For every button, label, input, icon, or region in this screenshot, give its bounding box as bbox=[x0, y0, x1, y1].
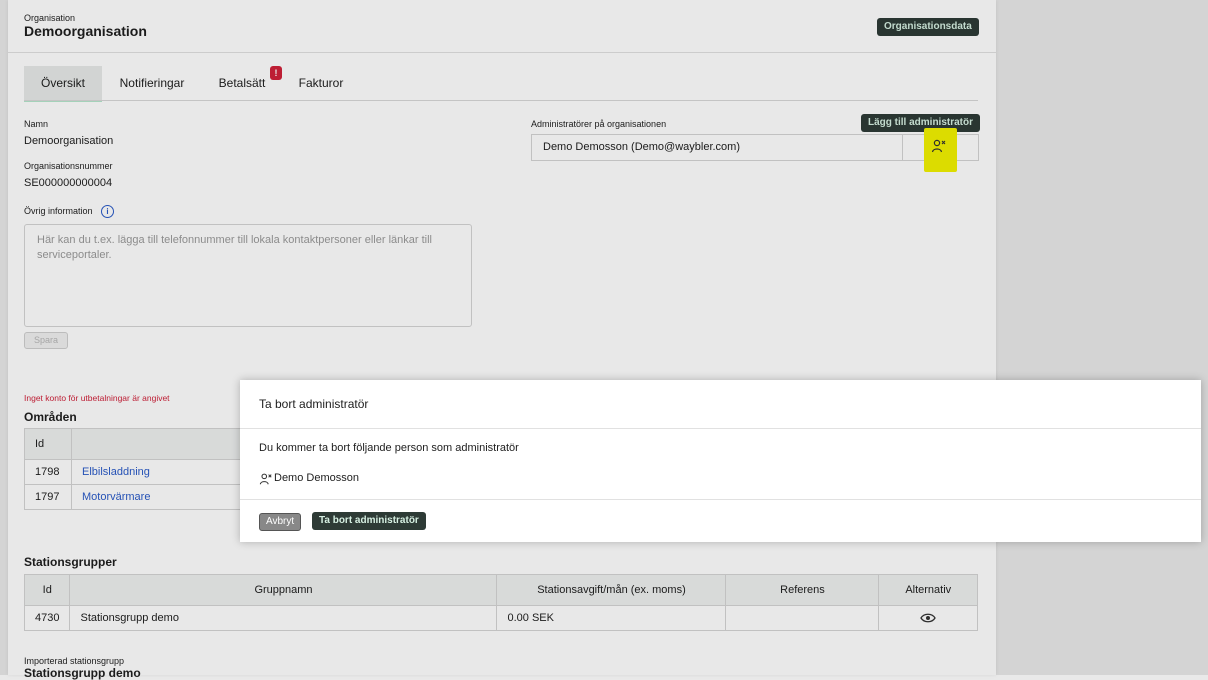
dialog-title: Ta bort administratör bbox=[259, 397, 369, 411]
dialog-person-name: Demo Demosson bbox=[274, 472, 359, 484]
modal-backdrop[interactable] bbox=[0, 0, 1208, 675]
cancel-button[interactable]: Avbryt bbox=[259, 513, 302, 531]
dialog-header-divider bbox=[240, 428, 1201, 429]
confirm-remove-button[interactable]: Ta bort administratör bbox=[312, 512, 426, 530]
dialog-body-text: Du kommer ta bort följande person som ad… bbox=[259, 442, 519, 454]
remove-admin-dialog: Ta bort administratör Du kommer ta bort … bbox=[240, 380, 1201, 542]
person-icon bbox=[259, 472, 273, 491]
dialog-footer-divider bbox=[240, 499, 1201, 500]
